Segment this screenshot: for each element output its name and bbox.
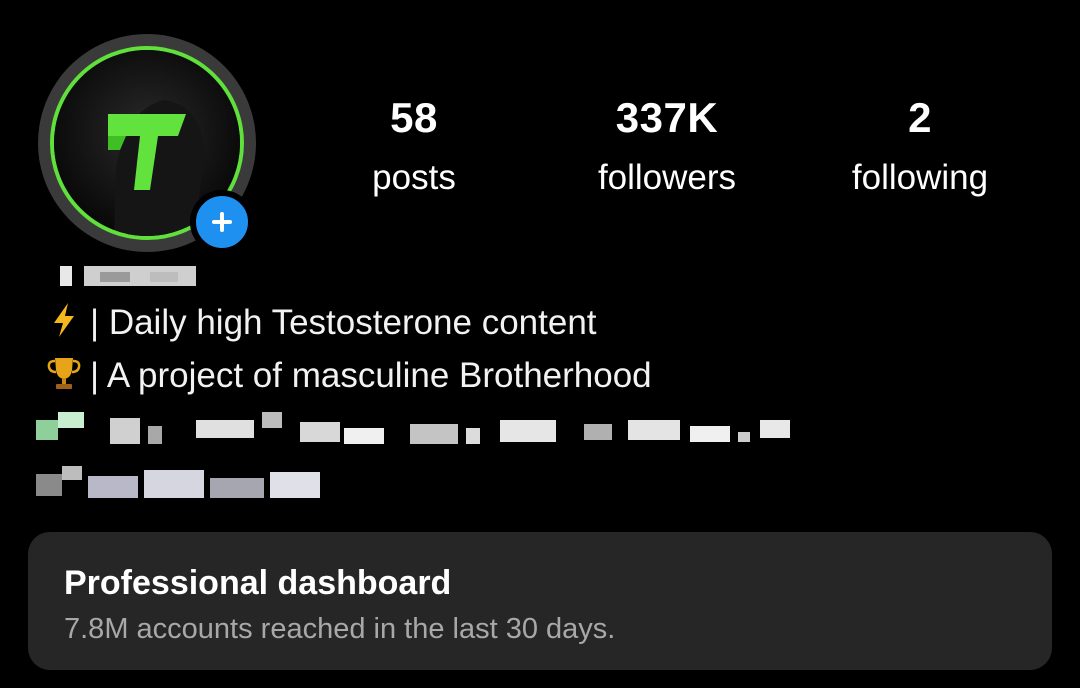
- dashboard-subtitle: 7.8M accounts reached in the last 30 day…: [64, 613, 616, 645]
- following-count: 2: [908, 94, 932, 141]
- followers-stat[interactable]: 337K followers: [557, 88, 777, 208]
- posts-count: 58: [390, 94, 438, 141]
- bio-line-2-text: | A project of masculine Brotherhood: [90, 356, 652, 395]
- following-label: following: [851, 158, 989, 197]
- professional-dashboard-button[interactable]: Professional dashboard 7.8M accounts rea…: [28, 532, 1052, 670]
- add-story-button[interactable]: [190, 190, 254, 254]
- dashboard-title: Professional dashboard: [64, 564, 452, 602]
- bio-line-1: | Daily high Testosterone content: [44, 298, 597, 348]
- followers-label: followers: [597, 158, 737, 197]
- bio-line-2: | A project of masculine Brotherhood: [44, 351, 652, 401]
- following-stat[interactable]: 2 following: [810, 88, 1030, 208]
- lightning-icon: [44, 300, 84, 340]
- posts-stat[interactable]: 58 posts: [304, 88, 524, 208]
- bio-line-1-text: | Daily high Testosterone content: [90, 303, 597, 342]
- plus-icon: [212, 212, 232, 232]
- followers-count: 337K: [615, 94, 719, 141]
- trophy-icon: [44, 353, 84, 393]
- posts-label: posts: [372, 158, 456, 197]
- profile-avatar[interactable]: [38, 34, 256, 254]
